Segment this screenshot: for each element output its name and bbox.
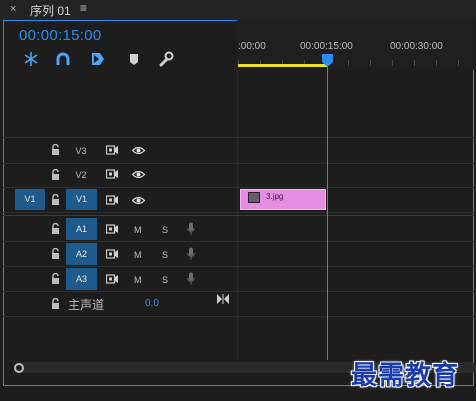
microphone-icon[interactable]	[187, 247, 195, 260]
lock-icon[interactable]	[51, 273, 60, 284]
sync-lock-icon[interactable]	[106, 145, 118, 155]
go-to-in-out-icon[interactable]	[217, 294, 229, 304]
track-label-v2[interactable]: V2	[69, 170, 93, 180]
lock-icon[interactable]	[51, 194, 60, 205]
ruler-label-15: 00:00:15:00	[300, 41, 353, 52]
track-target-a1[interactable]: A1	[66, 218, 97, 240]
playhead-icon[interactable]	[322, 54, 333, 67]
eye-icon[interactable]	[132, 146, 145, 155]
microphone-icon[interactable]	[187, 222, 195, 235]
clip-name: 3.jpg	[266, 192, 284, 201]
master-track-label: 主声道	[68, 298, 105, 312]
row-separator	[3, 316, 474, 317]
sync-lock-icon[interactable]	[106, 169, 118, 179]
track-target-v1[interactable]: V1	[66, 189, 97, 210]
ruler-label-30: 00:00:30:00	[390, 41, 443, 52]
scrollbar-handle[interactable]	[14, 363, 24, 373]
source-patch-v1[interactable]: V1	[15, 189, 45, 210]
sync-lock-icon[interactable]	[106, 274, 118, 284]
row-separator	[3, 266, 474, 267]
add-marker-icon[interactable]	[90, 51, 106, 67]
sync-lock-icon[interactable]	[106, 224, 118, 234]
work-area-bar[interactable]	[238, 64, 327, 67]
track-target-a3[interactable]: A3	[66, 268, 97, 290]
watermark-logo: 最需教育	[351, 361, 460, 391]
marker-icon[interactable]	[126, 51, 142, 67]
video-audio-divider[interactable]	[3, 215, 474, 216]
linked-selection-icon[interactable]	[55, 51, 71, 67]
lock-icon[interactable]	[51, 169, 60, 180]
row-separator	[3, 163, 474, 164]
sync-lock-icon[interactable]	[106, 249, 118, 259]
row-separator	[3, 241, 474, 242]
row-separator	[3, 212, 474, 213]
lock-icon[interactable]	[51, 298, 60, 309]
sequence-tab-title[interactable]: 序列 01	[30, 2, 71, 19]
microphone-icon[interactable]	[187, 272, 195, 285]
master-volume-value[interactable]: 0.0	[145, 298, 159, 309]
lock-icon[interactable]	[51, 144, 60, 155]
playhead-timecode[interactable]: 00:00:15:00	[19, 27, 102, 44]
mute-button-a1[interactable]: M	[134, 225, 142, 235]
mute-button-a3[interactable]: M	[134, 275, 142, 285]
ruler-label-0: :00:00	[238, 41, 266, 52]
wrench-icon[interactable]	[158, 51, 174, 67]
lock-icon[interactable]	[51, 248, 60, 259]
solo-button-a1[interactable]: S	[162, 225, 168, 235]
row-separator	[3, 291, 474, 292]
sync-lock-icon[interactable]	[106, 195, 118, 205]
row-separator	[3, 137, 474, 138]
panel-menu-icon[interactable]: ≡	[80, 1, 87, 15]
lock-icon[interactable]	[51, 223, 60, 234]
row-separator	[3, 187, 474, 188]
track-target-a2[interactable]: A2	[66, 243, 97, 265]
playhead-line[interactable]	[327, 62, 328, 360]
close-tab-icon[interactable]: ×	[10, 3, 16, 15]
solo-button-a2[interactable]: S	[162, 250, 168, 260]
clip-thumbnail	[248, 192, 260, 203]
eye-icon[interactable]	[132, 196, 145, 205]
track-label-v3[interactable]: V3	[69, 146, 93, 156]
mute-button-a2[interactable]: M	[134, 250, 142, 260]
solo-button-a3[interactable]: S	[162, 275, 168, 285]
snap-icon[interactable]	[23, 51, 39, 67]
eye-icon[interactable]	[132, 170, 145, 179]
panel-title-bar	[0, 0, 476, 20]
